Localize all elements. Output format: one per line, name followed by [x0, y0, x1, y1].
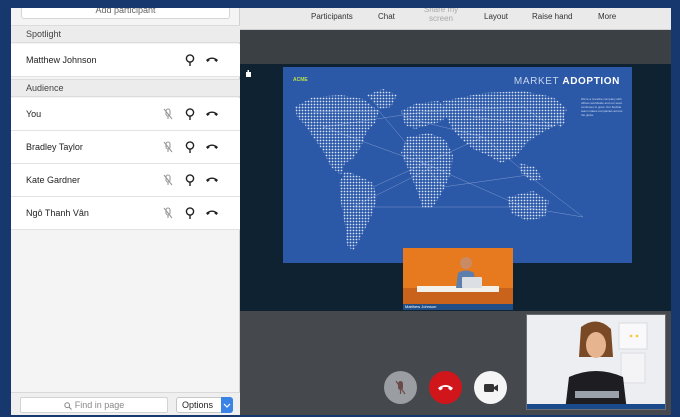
layout-button[interactable]: Layout	[484, 12, 508, 21]
participant-row-ngo-thanh-van[interactable]: Ngô Thanh Vân	[11, 197, 240, 230]
world-map-graphic	[295, 89, 584, 251]
chat-button[interactable]: Chat	[378, 12, 395, 21]
top-toolbar: Participants Chat Share my screen Layout…	[240, 8, 671, 30]
audience-header: Audience	[11, 79, 240, 97]
microphone-muted-icon[interactable]	[161, 206, 175, 220]
self-view-video[interactable]	[526, 314, 666, 410]
phone-icon[interactable]	[205, 173, 219, 187]
find-placeholder: Find in page	[74, 400, 125, 410]
options-label: Options	[182, 400, 214, 410]
phone-icon[interactable]	[205, 53, 219, 67]
presentation-stage: ACME MARKET ADOPTION We're a creative co…	[240, 64, 671, 311]
share-screen-button[interactable]: Share my screen	[421, 8, 461, 23]
participants-sidebar: Add participant Spotlight Matthew Johnso…	[11, 8, 240, 415]
participant-name: Ngô Thanh Vân	[26, 208, 89, 218]
speaker-name-label: Matthew Johnson	[403, 304, 513, 310]
phone-icon[interactable]	[205, 107, 219, 121]
search-icon	[64, 401, 72, 410]
hand-icon[interactable]	[244, 69, 253, 78]
participant-name: Matthew Johnson	[26, 55, 97, 65]
pin-icon[interactable]	[183, 206, 197, 220]
participant-row-you[interactable]: You	[11, 98, 240, 131]
participant-row-kate-gardner[interactable]: Kate Gardner	[11, 164, 240, 197]
participant-name: You	[26, 109, 42, 119]
participant-row-bradley-taylor[interactable]: Bradley Taylor	[11, 131, 240, 164]
participant-row-matthew-johnson[interactable]: Matthew Johnson	[11, 44, 240, 77]
speaker-video-frame	[403, 248, 513, 310]
sidebar-footer: Find in page Options	[11, 392, 240, 415]
find-in-page-input[interactable]: Find in page	[20, 397, 168, 413]
raise-hand-button[interactable]: Raise hand	[532, 12, 572, 21]
hang-up-icon	[438, 385, 453, 391]
stage-top-band	[240, 30, 671, 64]
self-video-frame	[527, 315, 665, 409]
pin-icon[interactable]	[183, 173, 197, 187]
microphone-muted-icon[interactable]	[161, 107, 175, 121]
pin-icon[interactable]	[183, 107, 197, 121]
self-view-bar	[527, 404, 665, 409]
shared-slide: ACME MARKET ADOPTION We're a creative co…	[283, 67, 632, 263]
spotlight-header: Spotlight	[11, 25, 240, 43]
chevron-down-icon[interactable]	[221, 397, 233, 413]
call-controls-area	[240, 311, 671, 415]
options-button[interactable]: Options	[176, 397, 233, 413]
mute-button[interactable]	[384, 371, 417, 404]
participants-button[interactable]: Participants	[311, 12, 353, 21]
phone-icon[interactable]	[205, 140, 219, 154]
microphone-muted-icon[interactable]	[161, 173, 175, 187]
phone-icon[interactable]	[205, 206, 219, 220]
microphone-muted-icon	[395, 380, 406, 395]
app-window: Add participant Spotlight Matthew Johnso…	[11, 8, 671, 415]
camera-button[interactable]	[474, 371, 507, 404]
add-participant-button[interactable]: Add participant	[21, 8, 230, 19]
active-speaker-video[interactable]: Matthew Johnson	[403, 248, 513, 310]
participant-name: Kate Gardner	[26, 175, 81, 185]
end-call-button[interactable]	[429, 371, 462, 404]
pin-icon[interactable]	[183, 53, 197, 67]
microphone-muted-icon[interactable]	[161, 140, 175, 154]
video-camera-icon	[484, 384, 498, 392]
participant-name: Bradley Taylor	[26, 142, 83, 152]
more-button[interactable]: More	[598, 12, 616, 21]
pin-icon[interactable]	[183, 140, 197, 154]
